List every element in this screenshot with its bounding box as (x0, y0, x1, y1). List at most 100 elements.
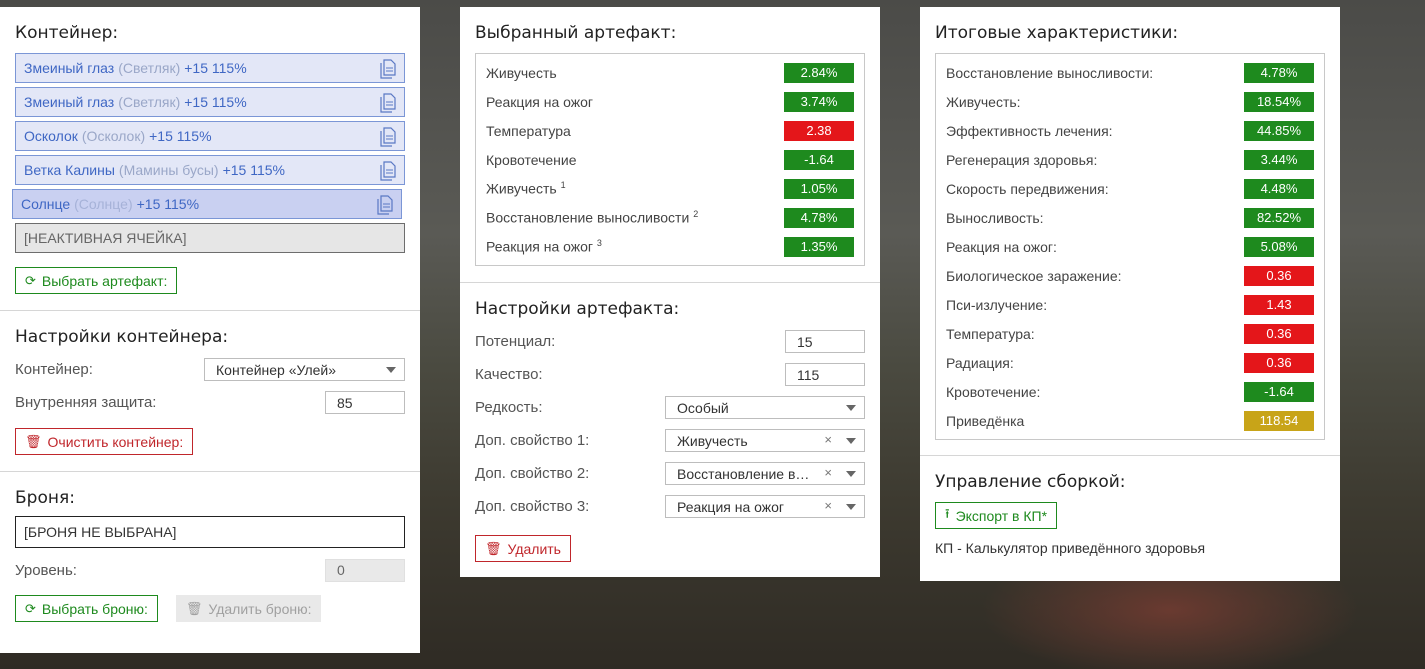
stat-value-badge: 5.08% (1244, 236, 1314, 257)
slot-artifact-level: +15 115% (149, 128, 212, 144)
stat-label-text: Скорость передвижения: (946, 180, 1109, 197)
copy-icon[interactable] (380, 127, 396, 147)
stat-value-badge: 1.05% (784, 178, 854, 199)
container-slot[interactable]: Ветка Калины (Мамины бусы) +15 115% (15, 155, 405, 185)
chevron-down-icon (846, 438, 856, 444)
artifact-stats-table: Живучесть 2.84% Реакция на ожог 3.74% Темпер… (475, 53, 865, 266)
clear-icon[interactable]: × (824, 498, 832, 513)
slot-artifact-type: (Мамины бусы) (118, 162, 219, 178)
export-button[interactable]: ⭱ Экспорт в КП* (935, 502, 1058, 529)
potential-input[interactable]: 15 (785, 330, 865, 353)
stat-label: Скорость передвижения: (946, 181, 1109, 197)
stat-label-text: Выносливость: (946, 209, 1044, 226)
stat-value-badge: 3.44% (1244, 149, 1314, 170)
protection-row: Внутренняя защита: 85 (15, 386, 405, 419)
stat-label-text: Регенерация здоровья: (946, 151, 1098, 168)
clear-icon[interactable]: × (824, 432, 832, 447)
stat-row: Восстановление выносливости: 4.78% (946, 58, 1314, 87)
stat-label-text: Реакция на ожог (486, 238, 594, 255)
slot-artifact-name: Змеиный глаз (24, 60, 115, 76)
stat-row: Живучесть: 18.54% (946, 87, 1314, 116)
quality-input[interactable]: 115 (785, 363, 865, 386)
armor-title: Броня: (15, 488, 75, 508)
clear-icon[interactable]: × (824, 465, 832, 480)
stat-row: Пси-излучение: 1.43 (946, 290, 1314, 319)
stat-label: Температура (486, 123, 571, 139)
copy-icon[interactable] (380, 93, 396, 113)
stat-label-text: Температура: (946, 325, 1035, 342)
stat-value-badge: 4.78% (784, 207, 854, 228)
delete-artifact-button[interactable]: 🗑 Удалить (475, 535, 571, 562)
stat-label-text: Восстановление выносливости (486, 209, 690, 226)
copy-icon[interactable] (377, 195, 393, 215)
trash-icon: 🗑 (185, 600, 203, 616)
slot-artifact-type: (Светляк) (118, 94, 181, 110)
stat-value-badge: 4.78% (1244, 62, 1314, 83)
stat-value-badge: 2.38 (784, 120, 854, 141)
container-panel: Контейнер: Змеиный глаз (Светляк) +15 115%… (0, 7, 420, 653)
slot-artifact-level: +15 115% (184, 94, 247, 110)
prop1-select[interactable]: Живучесть × (665, 429, 865, 452)
protection-input[interactable]: 85 (325, 391, 405, 414)
stat-row: Кровотечение: -1.64 (946, 377, 1314, 406)
stat-label: Радиация: (946, 355, 1014, 371)
prop2-select[interactable]: Восстановление в… × (665, 462, 865, 485)
stat-label-text: Восстановление выносливости: (946, 64, 1154, 81)
stat-label-text: Реакция на ожог: (946, 238, 1057, 255)
stat-value-badge: 44.85% (1244, 120, 1314, 141)
slot-artifact-name: Ветка Калины (24, 162, 115, 178)
armor-field[interactable]: [БРОНЯ НЕ ВЫБРАНА] (15, 516, 405, 548)
stat-label: Пси-излучение: (946, 297, 1047, 313)
stat-value-badge: 4.48% (1244, 178, 1314, 199)
prop2-row: Доп. свойство 2: Восстановление в… × (475, 457, 865, 490)
build-title: Управление сборкой: (935, 472, 1126, 492)
container-row: Контейнер: Контейнер «Улей» (15, 353, 405, 386)
slot-artifact-type: (Светляк) (118, 60, 181, 76)
stat-value-badge: 0.36 (1244, 323, 1314, 344)
container-select[interactable]: Контейнер «Улей» (204, 358, 405, 381)
container-slot[interactable]: Змеиный глаз (Светляк) +15 115% (15, 53, 405, 83)
trash-icon: 🗑 (25, 433, 42, 449)
stat-row: Выносливость: 82.52% (946, 203, 1314, 232)
container-settings-title: Настройки контейнера: (15, 327, 229, 347)
stat-label: Выносливость: (946, 210, 1044, 226)
quality-row: Качество: 115 (475, 358, 865, 391)
stat-label: Живучесть: (946, 94, 1021, 110)
slot-artifact-level: +15 115% (222, 162, 285, 178)
stat-row: Живучесть 2.84% (486, 58, 854, 87)
copy-icon[interactable] (380, 59, 396, 79)
container-slot[interactable]: Осколок (Осколок) +15 115% (15, 121, 405, 151)
stat-row: Приведёнка 118.54 (946, 406, 1314, 435)
stat-label-text: Температура (486, 122, 571, 139)
stat-label-text: Приведёнка (946, 412, 1025, 429)
container-slot[interactable]: Солнце (Солнце) +15 115% (12, 189, 402, 219)
stat-label: Восстановление выносливости: (946, 65, 1153, 81)
stat-label-text: Пси-излучение: (946, 296, 1048, 313)
stat-label: Реакция на ожог: (946, 239, 1057, 255)
stat-value-badge: 82.52% (1244, 207, 1314, 228)
select-armor-button[interactable]: ⟳ Выбрать броню: (15, 595, 158, 622)
container-slot[interactable]: Змеиный глаз (Светляк) +15 115% (15, 87, 405, 117)
stat-label: Живучесть 1 (486, 180, 566, 197)
copy-icon[interactable] (380, 161, 396, 181)
stat-row: Кровотечение -1.64 (486, 145, 854, 174)
artifact-panel: Выбранный артефакт: Живучесть 2.84% Реакци… (460, 7, 880, 577)
stat-label: Кровотечение (486, 152, 576, 168)
slot-artifact-type: (Солнце) (74, 196, 133, 212)
totals-stats-table: Восстановление выносливости: 4.78% Живучес… (935, 53, 1325, 440)
clear-container-button[interactable]: 🗑 Очистить контейнер: (15, 428, 194, 455)
chevron-down-icon (386, 367, 396, 373)
stat-value-badge: 0.36 (1244, 265, 1314, 286)
rarity-select[interactable]: Особый (665, 396, 865, 419)
stat-row: Температура 2.38 (486, 116, 854, 145)
select-artifact-button[interactable]: ⟳ Выбрать артефакт: (15, 267, 178, 294)
stat-value-badge: 0.36 (1244, 352, 1314, 373)
potential-row: Потенциал: 15 (475, 325, 865, 358)
stat-label-text: Кровотечение (486, 151, 577, 168)
totals-title: Итоговые характеристики: (935, 23, 1179, 43)
stat-label-text: Кровотечение: (946, 383, 1041, 400)
delete-armor-button[interactable]: 🗑 Удалить броню: (175, 595, 322, 622)
prop3-select[interactable]: Реакция на ожог × (665, 495, 865, 518)
armor-level-input: 0 (325, 558, 405, 582)
build-note: КП - Калькулятор приведённого здоровья (935, 540, 1206, 556)
